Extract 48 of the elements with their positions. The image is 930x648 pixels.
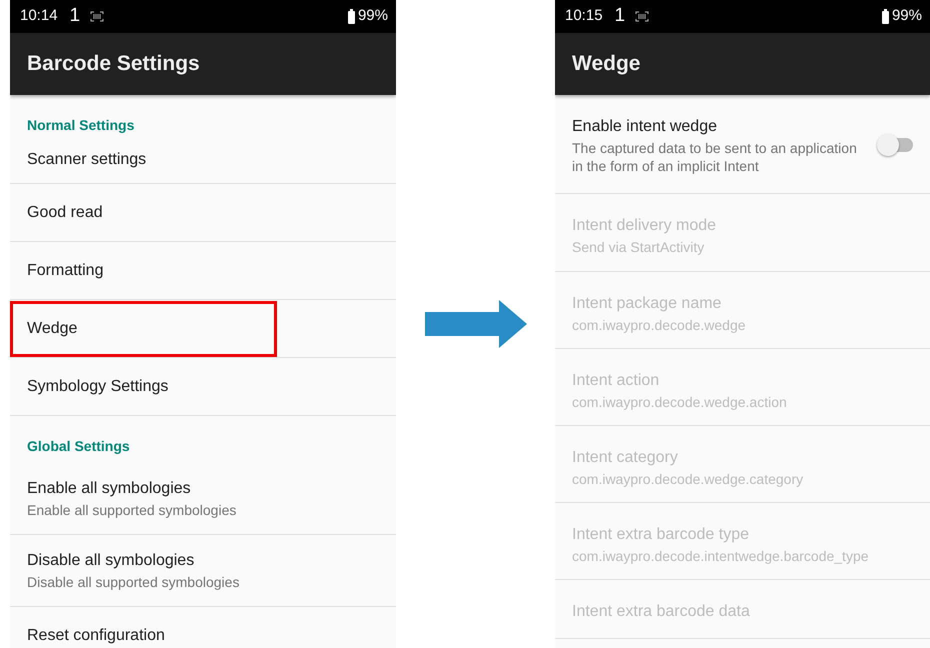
row-summary: com.iwaypro.decode.wedge.category <box>572 470 804 488</box>
row-title: Symbology Settings <box>27 376 168 396</box>
battery-icon <box>882 9 889 24</box>
scanner-icon <box>635 11 650 22</box>
row-title: Disable all symbologies <box>27 551 196 572</box>
category-header: Normal Settings <box>26 116 136 135</box>
row-summary: Enable all supported symbologies <box>27 501 236 520</box>
row-summary: com.iwaypro.decode.wedge.action <box>572 392 788 411</box>
status-time: 10:14 <box>20 6 58 26</box>
row-title: Intent action <box>572 370 660 391</box>
row-title: Formatting <box>27 260 104 280</box>
settings-row[interactable]: Enable intent wedge The captured data to be sent to an application in the form of an implicit Intent <box>555 95 930 194</box>
battery-icon <box>348 9 355 24</box>
row-summary: com.iwaypro.decode.intentwedge.barcode_type <box>572 547 870 566</box>
row-summary: Send via StartActivity <box>572 238 706 257</box>
status-time: 10:15 <box>565 6 603 26</box>
settings-row[interactable]: Reset configuration <box>10 607 396 648</box>
app-bar-title: Wedge <box>555 33 930 95</box>
sim-indicator: 1 <box>70 4 80 28</box>
row-title: Intent extra barcode type <box>572 525 750 546</box>
settings-row[interactable]: Scanner settings <box>10 142 396 184</box>
settings-row[interactable]: Disable all symbologies Disable all supported symbologies <box>10 535 396 607</box>
row-title: Reset configuration <box>27 626 165 646</box>
settings-row[interactable]: Good read <box>10 184 396 242</box>
category-header: Global Settings <box>26 437 131 456</box>
settings-row[interactable]: Formatting <box>10 242 396 300</box>
row-title: Good read <box>27 202 103 222</box>
row-title: Wedge <box>27 318 78 338</box>
settings-row[interactable]: Enable all symbologies Enable all supported symbologies <box>10 463 396 535</box>
row-title: Enable all symbologies <box>27 479 192 500</box>
row-title: Intent category <box>572 448 679 468</box>
right-arrow-icon <box>424 300 526 348</box>
toggle-switch[interactable] <box>877 134 913 156</box>
app-bar-title: Barcode Settings <box>10 33 396 95</box>
battery-level: 99% <box>892 6 922 26</box>
row-title: Intent delivery mode <box>572 216 718 236</box>
scanner-icon <box>90 11 104 22</box>
battery-level: 99% <box>358 6 388 26</box>
row-title: Scanner settings <box>27 150 146 170</box>
settings-row[interactable]: Wedge <box>10 300 396 358</box>
row-summary: Disable all supported symbologies <box>27 573 240 592</box>
row-summary: The captured data to be sent to an application in the form of an implicit Intent <box>572 139 857 176</box>
row-title: Enable intent wedge <box>572 117 718 137</box>
row-summary: com.iwaypro.decode.wedge <box>572 316 747 334</box>
row-title: Intent package name <box>572 294 722 314</box>
settings-row[interactable]: Symbology Settings <box>10 358 396 416</box>
row-title: Intent extra barcode data <box>572 602 751 622</box>
sim-indicator: 1 <box>614 4 626 28</box>
